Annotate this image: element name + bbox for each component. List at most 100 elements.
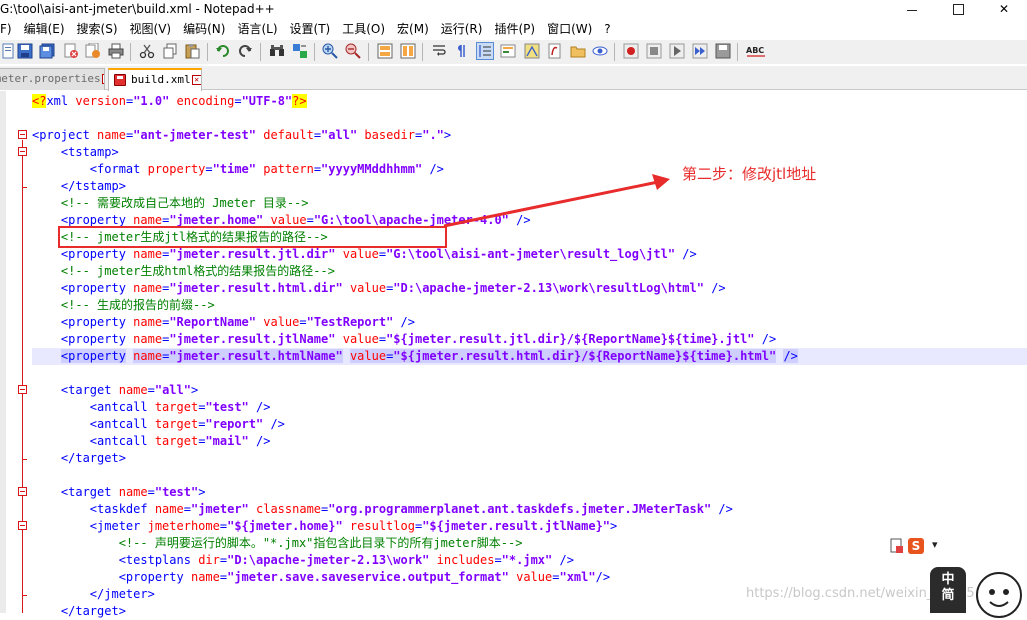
paste-icon[interactable] [184,43,200,59]
show-all-chars-icon[interactable] [453,43,469,59]
menu-macro[interactable]: 宏(M) [391,19,435,39]
attr-name: classname [256,502,322,516]
attr-value: "${jmeter.result.jtlName}" [422,519,611,533]
save-macro-icon[interactable] [715,43,731,59]
menu-encoding[interactable]: 编码(N) [177,19,231,39]
attr-value: "ReportName" [169,315,257,329]
menu-file[interactable]: F) [0,19,18,39]
folder-workspace-icon[interactable] [570,43,586,59]
stop-macro-icon[interactable] [646,43,662,59]
tag: <target [60,485,112,499]
code-line: <antcall target="test" /> [89,400,271,414]
tag-end: /> [270,417,285,431]
tag: <antcall [89,434,148,448]
fold-toggle-icon[interactable] [18,130,27,139]
attr-name: value [342,247,379,261]
new-file-icon[interactable] [0,43,16,59]
user-lang-icon[interactable] [500,43,516,59]
attr-value: "jmeter" [190,502,249,516]
attr-name: value [349,349,387,363]
record-macro-icon[interactable] [623,43,639,59]
attr-name: value [516,570,553,584]
menu-tools[interactable]: 工具(O) [336,19,391,39]
menu-language[interactable]: 语言(L) [231,19,283,39]
tag: <format [89,162,141,176]
title-bar: G:\tool\aisi-ant-jmeter\build.xml - Note… [0,0,1027,18]
fold-end [22,187,27,188]
fold-toggle-icon[interactable] [18,385,27,394]
attr-value: "test" [205,400,249,414]
code-line: <target name="test"> [60,485,206,499]
redo-icon[interactable] [237,43,253,59]
menu-plugins[interactable]: 插件(P) [488,19,541,39]
document-icon[interactable] [890,538,904,554]
attr-name: value [342,332,379,346]
close-icon[interactable]: ✕ [101,74,104,84]
tab-build-xml[interactable]: build.xml ✕ [108,68,202,91]
save-icon[interactable] [17,43,33,59]
fold-toggle-icon[interactable] [18,147,27,156]
menu-run[interactable]: 运行(R) [435,19,489,39]
close-all-icon[interactable] [85,43,101,59]
tag-end: /> [761,332,777,346]
chevron-down-icon[interactable]: ▾ [932,538,938,551]
doc-map-icon[interactable] [524,43,540,59]
attr-value: "TestReport" [306,315,394,329]
menu-help[interactable]: ? [598,19,616,39]
fold-toggle-icon[interactable] [18,521,27,530]
attr-name: property [147,162,206,176]
code-line: <property name="ReportName" value="TestR… [60,315,415,329]
floating-toolbar: S ▾ [886,536,946,556]
code-line: <taskdef name="jmeter" classname="org.pr… [89,502,733,516]
attr-value: "UTF-8" [241,94,293,108]
minimize-button[interactable] [889,0,935,18]
tag-end: > [443,128,452,142]
tag: <property [60,213,126,227]
undo-icon[interactable] [215,43,231,59]
cut-icon[interactable] [139,43,155,59]
tab-label: build.xml [131,73,191,86]
save-all-icon[interactable] [39,43,55,59]
annotation-label: 第二步：修改jtl地址 [682,165,817,183]
toolbar-separator [737,43,738,61]
s-badge-icon[interactable]: S [908,538,924,554]
find-icon[interactable] [269,43,285,59]
tag: <property [60,349,126,363]
comment: <!-- 生成的报告的前缀--> [60,298,215,312]
function-list-icon[interactable] [547,43,563,59]
zoom-out-icon[interactable] [345,43,361,59]
sync-vertical-icon[interactable] [377,43,393,59]
menu-edit[interactable]: 编辑(E) [18,19,71,39]
pi-open: <? [32,94,47,108]
monitoring-icon[interactable] [592,43,608,59]
close-file-icon[interactable] [63,43,79,59]
maximize-button[interactable] [935,0,981,18]
tab-jmeter-properties[interactable]: jmeter.properties✕ [0,68,105,90]
menu-view[interactable]: 视图(V) [124,19,178,39]
attr-name: basedir [364,128,415,142]
indent-guide-icon[interactable] [476,42,494,60]
code-line: <property name="jmeter.result.html.dir" … [60,281,726,295]
menu-settings[interactable]: 设置(T) [284,19,337,39]
print-icon[interactable] [108,43,124,59]
ime-widget[interactable]: 中 简 [930,567,966,613]
attr-value: "mail" [205,434,249,448]
tag-end: /> [783,349,798,363]
run-macro-multiple-icon[interactable] [692,43,708,59]
fold-toggle-icon[interactable] [18,487,27,496]
toolbar-separator [368,43,369,61]
word-wrap-icon[interactable] [431,43,447,59]
close-icon[interactable]: ✕ [191,75,201,85]
replace-icon[interactable] [292,43,308,59]
close-window-button[interactable] [981,0,1027,18]
menu-search[interactable]: 搜索(S) [71,19,124,39]
spell-check-icon[interactable]: ABC [746,43,766,59]
play-macro-icon[interactable] [669,43,685,59]
sync-horizontal-icon[interactable] [400,43,416,59]
zoom-in-icon[interactable] [322,43,338,59]
ime-label-2: 简 [941,588,955,603]
fold-margin [0,91,32,613]
menu-window[interactable]: 窗口(W) [541,19,598,39]
copy-icon[interactable] [162,43,178,59]
